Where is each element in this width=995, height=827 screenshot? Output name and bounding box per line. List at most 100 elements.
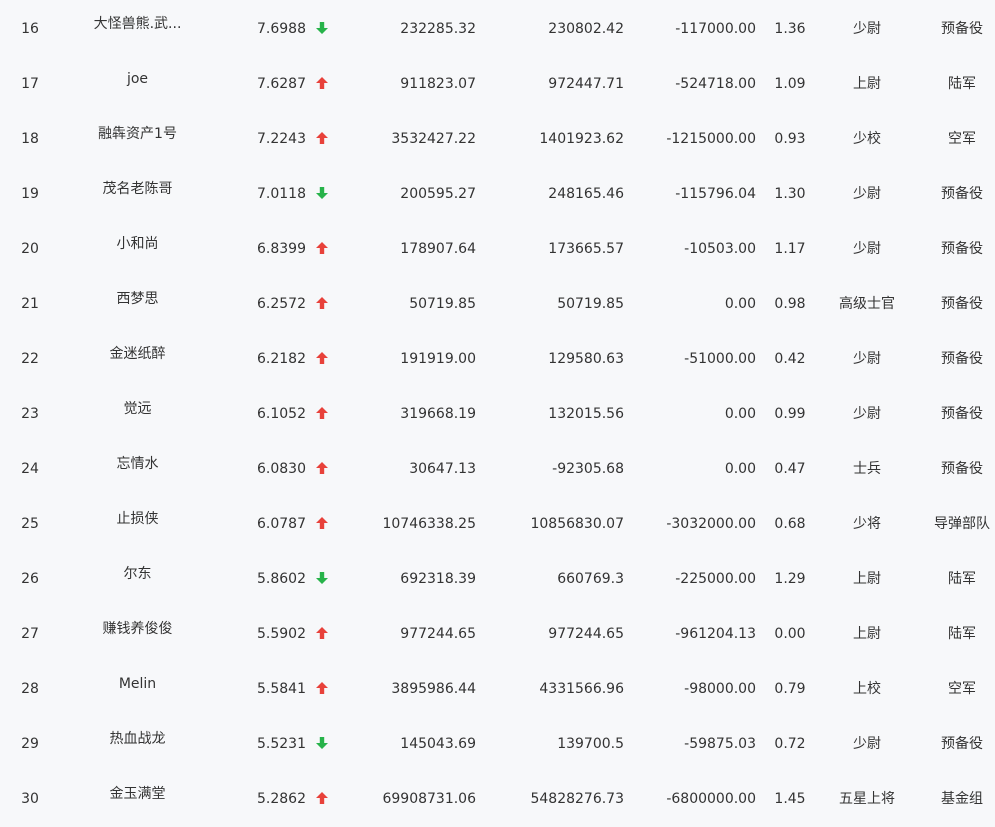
value-1: 232285.32 xyxy=(400,21,476,37)
rank-cell: 23 xyxy=(21,406,39,422)
player-name: 止损侠 xyxy=(116,511,159,527)
military-rank: 少校 xyxy=(853,131,881,147)
value-3: -51000.00 xyxy=(684,351,756,367)
rank-cell: 20 xyxy=(21,241,39,257)
value-2: 10856830.07 xyxy=(530,516,624,532)
ratio-value: 1.29 xyxy=(774,571,806,587)
military-rank: 五星上将 xyxy=(839,791,895,807)
value-2: 50719.85 xyxy=(557,296,624,312)
score-value: 5.8602 xyxy=(257,571,306,587)
unit-name: 预备役 xyxy=(941,351,983,367)
value-2: 230802.42 xyxy=(548,21,624,37)
table-row[interactable]: 21 西梦思 6.2572 50719.85 50719.85 0.00 0.98 高级士官 预… xyxy=(0,277,995,332)
table-row[interactable]: 19 茂名老陈哥 7.0118 200595.27 248165.46 -115796.0… xyxy=(0,167,995,222)
player-name: 西梦思 xyxy=(116,291,159,307)
military-rank: 士兵 xyxy=(853,461,881,477)
value-1: 191919.00 xyxy=(400,351,476,367)
ratio-value: 0.68 xyxy=(774,516,806,532)
unit-name: 预备役 xyxy=(941,241,983,257)
arrow-down-icon xyxy=(312,167,332,222)
arrow-up-icon xyxy=(312,662,332,717)
military-rank: 高级士官 xyxy=(839,296,895,312)
score-value: 7.2243 xyxy=(257,131,306,147)
value-2: 4331566.96 xyxy=(539,681,624,697)
value-1: 977244.65 xyxy=(400,626,476,642)
unit-name: 预备役 xyxy=(941,406,983,422)
value-2: 173665.57 xyxy=(548,241,624,257)
table-row[interactable]: 18 融犇资产1号 7.2243 3532427.22 1401923.62 -12150… xyxy=(0,112,995,167)
score-value: 6.2572 xyxy=(257,296,306,312)
value-3: -961204.13 xyxy=(675,626,756,642)
ratio-value: 1.30 xyxy=(774,186,806,202)
player-name: Melin xyxy=(118,676,157,692)
unit-name: 基金组 xyxy=(941,791,983,807)
unit-name: 预备役 xyxy=(941,736,983,752)
table-row[interactable]: 17 joe 7.6287 911823.07 972447.71 -524718.00 1… xyxy=(0,57,995,112)
ratio-value: 0.98 xyxy=(774,296,806,312)
score-value: 7.6287 xyxy=(257,76,306,92)
score-value: 6.0830 xyxy=(257,461,306,477)
unit-name: 空军 xyxy=(948,131,976,147)
value-1: 200595.27 xyxy=(400,186,476,202)
table-row[interactable]: 28 Melin 5.5841 3895986.44 4331566.96 -98000.… xyxy=(0,662,995,717)
rank-cell: 28 xyxy=(21,681,39,697)
value-3: -115796.04 xyxy=(675,186,756,202)
military-rank: 上尉 xyxy=(853,76,881,92)
player-name: 大怪兽熊.武... xyxy=(93,16,182,32)
value-3: 0.00 xyxy=(724,296,756,312)
arrow-up-icon xyxy=(312,112,332,167)
table-row[interactable]: 24 忘情水 6.0830 30647.13 -92305.68 0.00 0.47 士兵 预备… xyxy=(0,442,995,497)
unit-name: 陆军 xyxy=(948,76,976,92)
military-rank: 少尉 xyxy=(853,736,881,752)
value-3: -98000.00 xyxy=(684,681,756,697)
player-name: 忘情水 xyxy=(116,456,159,472)
table-row[interactable]: 20 小和尚 6.8399 178907.64 173665.57 -10503.00 1.… xyxy=(0,222,995,277)
value-2: 129580.63 xyxy=(548,351,624,367)
table-row[interactable]: 26 尔东 5.8602 692318.39 660769.3 -225000.00 1.2… xyxy=(0,552,995,607)
value-3: 0.00 xyxy=(724,461,756,477)
value-3: -117000.00 xyxy=(675,21,756,37)
score-value: 6.2182 xyxy=(257,351,306,367)
value-1: 3895986.44 xyxy=(391,681,476,697)
arrow-up-icon xyxy=(312,222,332,277)
military-rank: 少尉 xyxy=(853,241,881,257)
value-1: 50719.85 xyxy=(409,296,476,312)
table-row[interactable]: 22 金迷纸醉 6.2182 191919.00 129580.63 -51000.00 0… xyxy=(0,332,995,387)
table-row[interactable]: 25 止损侠 6.0787 10746338.25 10856830.07 -303200… xyxy=(0,497,995,552)
table-row[interactable]: 16 大怪兽熊.武... 7.6988 232285.32 230802.42 -1170… xyxy=(0,2,995,57)
value-3: -6800000.00 xyxy=(666,791,756,807)
value-2: 139700.5 xyxy=(557,736,624,752)
player-name: 小和尚 xyxy=(116,236,159,252)
ratio-value: 1.36 xyxy=(774,21,806,37)
arrow-up-icon xyxy=(312,57,332,112)
value-3: -524718.00 xyxy=(675,76,756,92)
score-value: 5.5902 xyxy=(257,626,306,642)
arrow-down-icon xyxy=(312,552,332,607)
rank-cell: 25 xyxy=(21,516,39,532)
ratio-value: 0.47 xyxy=(774,461,806,477)
player-name: 热血战龙 xyxy=(109,731,166,747)
score-value: 6.0787 xyxy=(257,516,306,532)
ranking-table: 16 大怪兽熊.武... 7.6988 232285.32 230802.42 -1170… xyxy=(0,0,995,823)
value-1: 10746338.25 xyxy=(382,516,476,532)
ratio-value: 0.99 xyxy=(774,406,806,422)
value-3: -59875.03 xyxy=(684,736,756,752)
value-2: 972447.71 xyxy=(548,76,624,92)
rank-cell: 30 xyxy=(21,791,39,807)
table-row[interactable]: 27 赚钱养俊俊 5.5902 977244.65 977244.65 -961204.1… xyxy=(0,607,995,662)
table-row[interactable]: 23 觉远 6.1052 319668.19 132015.56 0.00 0.99 少尉 预备… xyxy=(0,387,995,442)
score-value: 7.6988 xyxy=(257,21,306,37)
player-name: 茂名老陈哥 xyxy=(102,181,173,197)
value-1: 319668.19 xyxy=(400,406,476,422)
score-value: 5.2862 xyxy=(257,791,306,807)
table-row[interactable]: 30 金玉满堂 5.2862 69908731.06 54828276.73 -68000… xyxy=(0,772,995,827)
military-rank: 上尉 xyxy=(853,571,881,587)
unit-name: 陆军 xyxy=(948,626,976,642)
player-name: 融犇资产1号 xyxy=(98,126,177,142)
player-name: joe xyxy=(126,71,149,87)
value-3: -10503.00 xyxy=(684,241,756,257)
table-row[interactable]: 29 热血战龙 5.5231 145043.69 139700.5 -59875.03 0.… xyxy=(0,717,995,772)
rank-cell: 29 xyxy=(21,736,39,752)
value-3: 0.00 xyxy=(724,406,756,422)
value-1: 145043.69 xyxy=(400,736,476,752)
